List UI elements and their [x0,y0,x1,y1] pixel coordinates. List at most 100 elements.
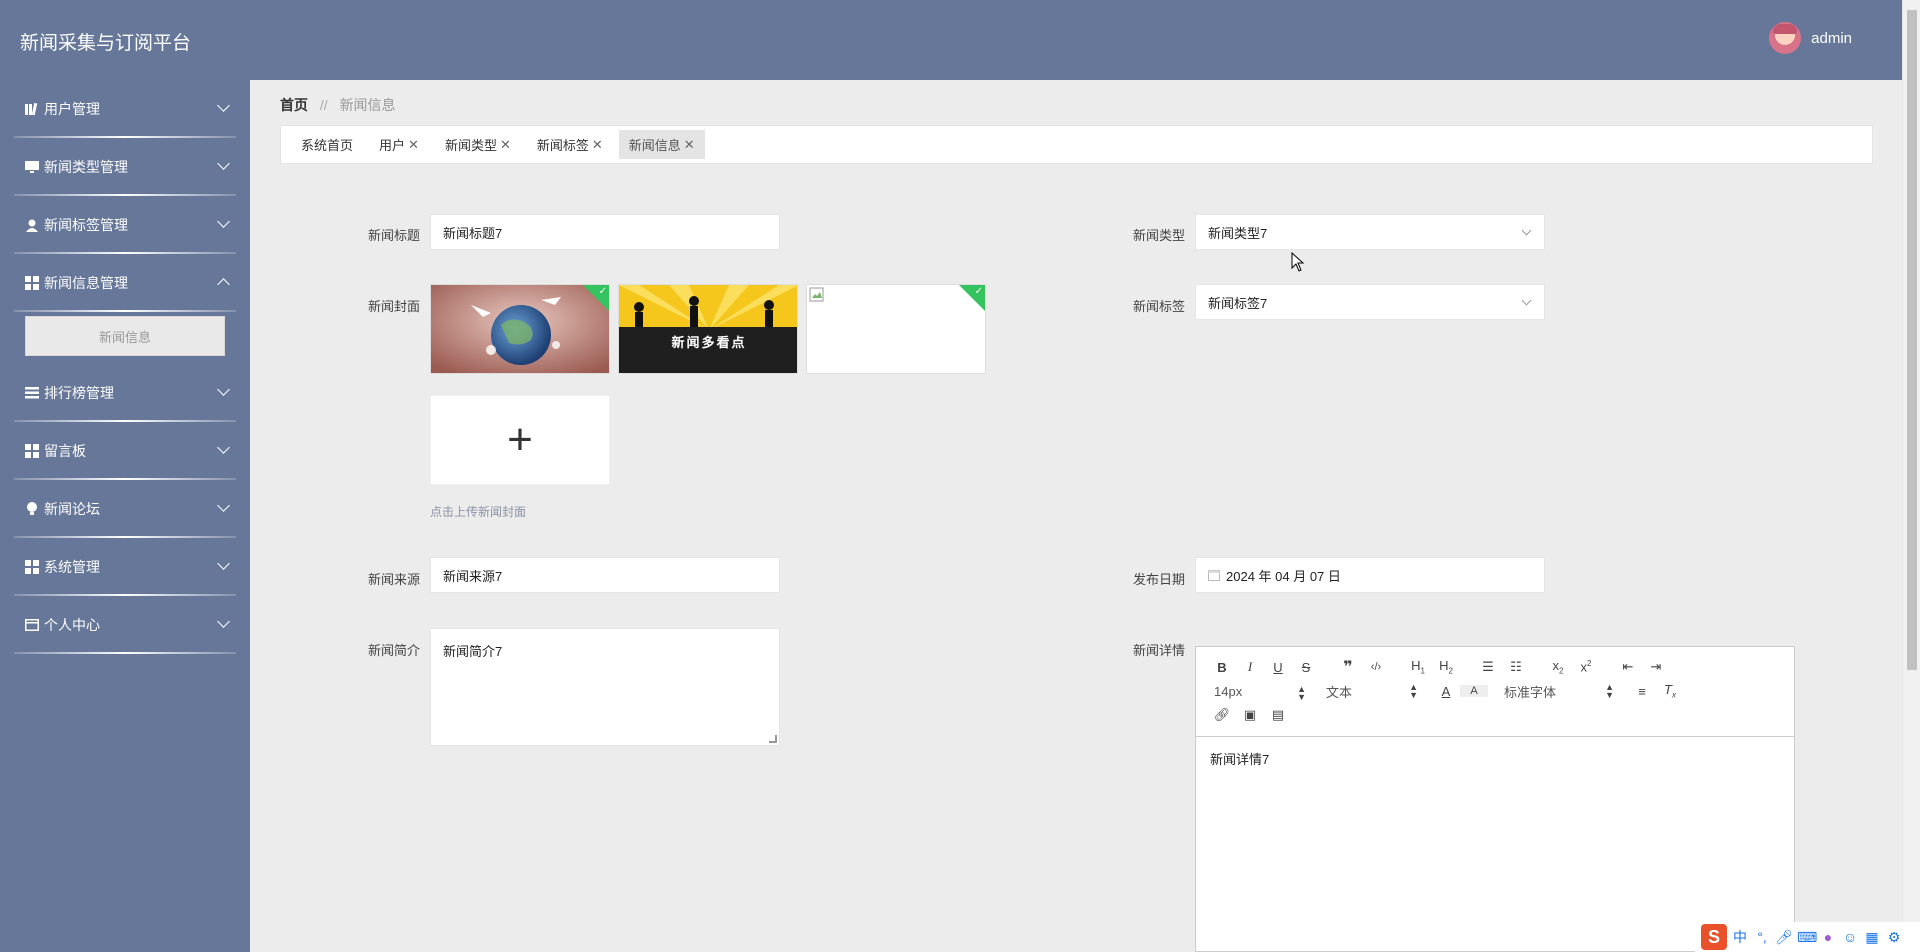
sidebar-item-ranking-management[interactable]: 排行榜管理 [0,364,250,422]
user-menu[interactable]: admin [1769,22,1852,54]
chevron-down-icon [217,499,230,512]
news-type-label: 新闻类型 [1132,228,1185,243]
scrollbar-thumb[interactable] [1907,10,1917,670]
font-family-select[interactable]: 标准字体 ▲ ▼ [1498,682,1628,701]
news-tag-select[interactable]: 新闻标签7 [1195,284,1545,320]
italic-icon[interactable]: I [1236,659,1264,675]
outdent-icon[interactable]: ⇤ [1614,659,1642,675]
tab-system-home[interactable]: 系统首页 [291,130,363,159]
tab-user[interactable]: 用户 ✕ [369,130,429,159]
sidebar-item-label: 留言板 [44,443,86,459]
news-tag-label: 新闻标签 [1132,299,1185,314]
success-corner: ✓ [958,285,985,312]
breadcrumb: 首页 // 新闻信息 [280,95,396,115]
toolbox-icon[interactable]: ▦ [1863,929,1881,946]
cover-image-broken[interactable]: ✓ [806,284,986,374]
tab-news-info[interactable]: 新闻信息 ✕ [618,130,705,159]
h1-icon[interactable]: H1 [1404,658,1432,676]
close-icon[interactable]: ✕ [500,137,511,153]
strike-icon[interactable]: S [1292,660,1320,675]
page-scrollbar[interactable] [1902,0,1920,952]
news-source-label: 新闻来源 [367,572,420,587]
background-color-icon[interactable]: A [1460,685,1488,697]
sidebar-item-personal-center[interactable]: 个人中心 [0,596,250,654]
plus-icon: + [507,415,533,464]
cover-image-globe[interactable]: ✓ [430,284,610,374]
skin-icon[interactable]: ● [1819,929,1837,945]
news-summary-textarea[interactable]: 新闻简介7 [430,628,780,746]
close-icon[interactable]: ✕ [592,137,603,153]
video-icon[interactable]: ▤ [1264,707,1292,723]
top-header: 新闻采集与订阅平台 admin [0,0,1902,80]
upload-hint: 点击上传新闻封面 [430,505,527,519]
sidebar-item-news-forum[interactable]: 新闻论坛 [0,480,250,538]
grid-icon [25,560,39,574]
news-detail-label: 新闻详情 [1132,643,1185,658]
tab-news-tag[interactable]: 新闻标签 ✕ [527,130,613,159]
sidebar-item-label: 系统管理 [44,559,100,575]
tags-view-bar: 系统首页 用户 ✕ 新闻类型 ✕ 新闻标签 ✕ 新闻信息 ✕ [280,125,1873,164]
link-icon[interactable]: 🔗︎ [1208,707,1236,723]
sidebar-subitem-news-info[interactable]: 新闻信息 [25,316,225,356]
keyboard-icon[interactable]: ⌨ [1797,929,1817,946]
h2-icon[interactable]: H2 [1432,658,1460,676]
publish-date-input[interactable]: 2024 年 04 月 07 日 [1195,557,1545,593]
bullet-list-icon[interactable]: ☷ [1502,659,1530,675]
check-icon: ✓ [974,286,983,297]
font-size-value: 14px [1214,683,1243,699]
breadcrumb-home[interactable]: 首页 [280,97,308,113]
resize-grip-icon[interactable] [769,735,777,743]
sidebar-item-news-type-management[interactable]: 新闻类型管理 [0,138,250,196]
sidebar-item-news-info-management[interactable]: 新闻信息管理 [0,254,250,312]
code-icon[interactable]: ‹/› [1362,661,1390,673]
avatar[interactable] [1769,22,1802,54]
close-icon[interactable]: ✕ [684,137,695,153]
news-source-input[interactable]: 新闻来源7 [430,557,780,593]
chevron-down-icon [217,215,230,228]
sogou-logo-icon[interactable]: S [1701,924,1727,950]
quote-icon[interactable]: ❞ [1334,657,1362,677]
chevron-down-icon [217,441,230,454]
close-icon[interactable]: ✕ [408,137,419,153]
publish-date-value: 2024 年 04 月 07 日 [1226,568,1341,584]
sidebar-item-system-management[interactable]: 系统管理 [0,538,250,596]
font-family-value: 标准字体 [1504,684,1557,700]
sidebar-item-user-management[interactable]: 用户管理 [0,80,250,138]
image-icon[interactable]: ▣ [1236,707,1264,723]
font-size-select[interactable]: 14px ▲ ▼ [1208,683,1320,702]
news-type-value: 新闻类型7 [1208,225,1268,241]
sidebar-item-message-board[interactable]: 留言板 [0,422,250,480]
news-type-select[interactable]: 新闻类型7 [1195,214,1545,250]
banner-image [619,285,797,373]
editor-content[interactable]: 新闻详情7 [1196,737,1794,780]
mouse-cursor-icon [1291,252,1305,272]
emoji-icon[interactable]: ☺ [1841,929,1859,945]
news-tag-value: 新闻标签7 [1208,295,1268,311]
settings-icon[interactable]: ⚙ [1885,929,1903,946]
clear-format-icon[interactable]: Tx [1656,682,1684,700]
tab-label: 新闻信息 [628,138,681,153]
ordered-list-icon[interactable]: ☰ [1474,659,1502,675]
font-color-icon[interactable]: A [1432,684,1460,699]
sidebar-item-news-tag-management[interactable]: 新闻标签管理 [0,196,250,254]
sidebar-item-label: 新闻信息管理 [44,275,128,291]
subscript-icon[interactable]: x2 [1544,658,1572,676]
block-format-select[interactable]: 文本 ▲ ▼ [1320,682,1432,701]
chinese-mode-icon[interactable]: 中 [1731,927,1749,947]
underline-icon[interactable]: U [1264,660,1292,675]
grid-icon [25,276,39,290]
punctuation-icon[interactable]: °, [1753,929,1771,945]
microphone-icon[interactable]: 🎤︎ [1775,929,1793,946]
upload-cover-button[interactable]: + [430,395,610,485]
username[interactable]: admin [1811,30,1852,47]
indent-icon[interactable]: ⇥ [1642,659,1670,675]
align-icon[interactable]: ≡ [1628,684,1656,699]
superscript-icon[interactable]: x2 [1572,659,1600,674]
news-title-input[interactable]: 新闻标题7 [430,214,780,250]
tab-news-type[interactable]: 新闻类型 ✕ [435,130,521,159]
chevron-up-icon [217,278,230,291]
cover-image-banner[interactable]: 新闻多看点 [618,284,798,374]
bold-icon[interactable]: B [1208,660,1236,675]
chevron-down-icon [217,157,230,170]
broken-image-icon [809,287,824,302]
